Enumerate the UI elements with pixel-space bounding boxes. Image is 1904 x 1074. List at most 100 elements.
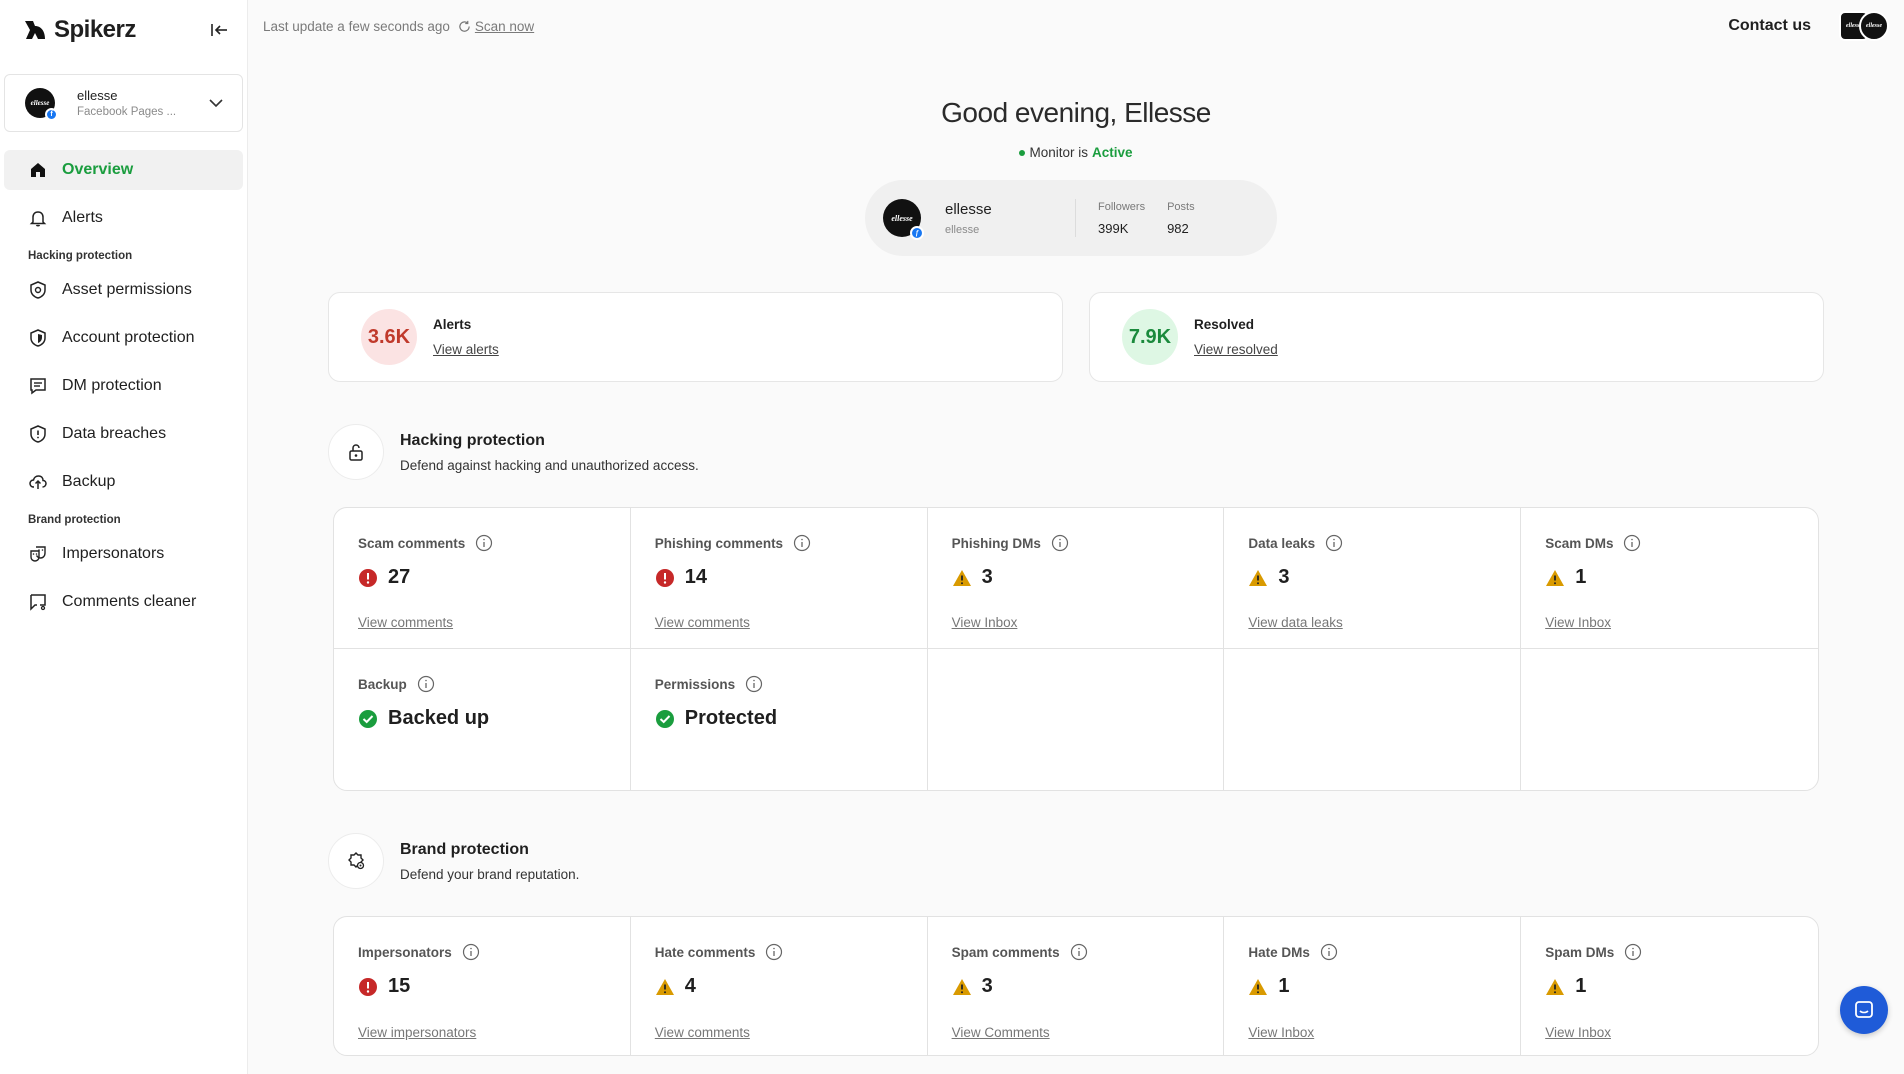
sidebar-item-dm-protection[interactable]: DM protection [4, 366, 243, 406]
logo[interactable]: Spikerz [22, 16, 136, 44]
view-inbox-link[interactable]: View Inbox [952, 615, 1018, 630]
cell-value: 1 [1248, 975, 1496, 998]
app-root: Spikerz ellesse f ellesse Facebook Pages… [0, 0, 1904, 1074]
brand-section-icon [328, 833, 384, 889]
hacking-section-text: Hacking protection Defend against hackin… [400, 432, 699, 473]
error-icon [359, 568, 377, 587]
topbar-right: Contact us ellesse ellesse [1728, 11, 1889, 41]
shield-alert-icon [30, 425, 46, 443]
info-icon[interactable] [417, 675, 435, 693]
view-comments-link[interactable]: View comments [655, 1025, 750, 1040]
brand-section-text: Brand protection Defend your brand reput… [400, 841, 579, 882]
view-inbox-link[interactable]: View Inbox [1545, 1025, 1611, 1040]
resolved-summary-text: Resolved View resolved [1194, 317, 1278, 357]
info-icon[interactable] [765, 943, 783, 961]
brand-section-header: Brand protection Defend your brand reput… [328, 833, 1904, 889]
hacking-cell-backup: Backup Backed up [334, 649, 631, 790]
cell-value-text: 15 [388, 975, 411, 997]
profile-avatar-text: ellesse [891, 213, 913, 223]
sidebar-item-label: Alerts [62, 209, 103, 226]
resolved-summary-card: 7.9K Resolved View resolved [1089, 292, 1824, 382]
sidebar-item-comments-cleaner[interactable]: Comments cleaner [4, 582, 243, 622]
sidebar-item-asset-permissions[interactable]: Asset permissions [4, 270, 243, 310]
view-impersonators-link[interactable]: View impersonators [358, 1025, 476, 1040]
masks-icon [30, 546, 46, 562]
sidebar-item-impersonators[interactable]: Impersonators [4, 534, 243, 574]
posts-value: 982 [1167, 220, 1189, 236]
profile-text: ellesse ellesse [945, 201, 1075, 236]
cell-title: Spam DMs [1545, 943, 1794, 961]
sidebar-item-label: Overview [62, 161, 134, 178]
cell-value-text: 3 [981, 975, 993, 997]
cell-value: Protected [655, 707, 903, 730]
info-icon[interactable] [1051, 534, 1069, 552]
info-icon[interactable] [745, 675, 763, 693]
cell-value: 1 [1545, 975, 1794, 998]
cell-title-text: Permissions [654, 676, 736, 692]
shield-gear-icon [30, 281, 46, 299]
view-resolved-link[interactable]: View resolved [1194, 342, 1278, 357]
info-icon[interactable] [1320, 943, 1338, 961]
contact-us-link[interactable]: Contact us [1728, 17, 1811, 35]
account-avatars[interactable]: ellesse ellesse [1839, 11, 1889, 41]
cell-value: 14 [655, 566, 903, 589]
profile-name: ellesse [945, 200, 992, 218]
warning-icon [952, 978, 971, 995]
sidebar: Spikerz ellesse f ellesse Facebook Pages… [0, 0, 248, 1074]
monitor-status: Monitor is Active [248, 145, 1904, 160]
profile-avatar: ellesse f [883, 199, 924, 240]
sidebar-item-account-protection[interactable]: Account protection [4, 318, 243, 358]
chat-support-button[interactable] [1840, 986, 1888, 1034]
cell-title: Permissions [655, 675, 903, 693]
info-icon[interactable] [462, 943, 480, 961]
logo-text: Spikerz [54, 16, 136, 43]
warning-icon [655, 978, 674, 995]
view-comments-link[interactable]: View comments [655, 615, 750, 630]
view-inbox-link[interactable]: View Inbox [1545, 615, 1611, 630]
view-inbox-link[interactable]: View Inbox [1248, 1025, 1314, 1040]
hacking-section-header: Hacking protection Defend against hackin… [328, 424, 1904, 480]
warning-icon [1546, 978, 1565, 995]
info-icon[interactable] [1624, 943, 1642, 961]
brand-section-title: Brand protection [400, 840, 529, 858]
collapse-sidebar-button[interactable] [205, 16, 233, 44]
cell-value-text: 27 [388, 566, 411, 588]
empty-cell [1521, 649, 1818, 790]
view-comments-link[interactable]: View comments [358, 615, 453, 630]
info-icon[interactable] [1070, 943, 1088, 961]
cell-title: Backup [358, 675, 606, 693]
account-avatar-text: ellesse [30, 99, 50, 107]
sidebar-item-backup[interactable]: Backup [4, 462, 243, 502]
info-icon[interactable] [1325, 534, 1343, 552]
posts-stat: Posts 982 [1167, 201, 1195, 236]
greeting: Good evening, Ellesse [941, 97, 1211, 128]
warning-icon [952, 569, 971, 586]
collapse-icon [211, 24, 227, 36]
view-alerts-link[interactable]: View alerts [433, 342, 499, 357]
warning-icon [1249, 978, 1268, 995]
view-comments-link[interactable]: View Comments [952, 1025, 1050, 1040]
sidebar-item-label: Impersonators [62, 545, 165, 562]
comment-clean-icon [30, 594, 46, 611]
info-icon[interactable] [1623, 534, 1641, 552]
cell-title: Impersonators [358, 943, 606, 961]
cell-title: Hate DMs [1248, 943, 1496, 961]
sidebar-item-overview[interactable]: Overview [4, 150, 243, 190]
account-switcher[interactable]: ellesse f ellesse Facebook Pages ... [4, 74, 243, 132]
info-icon[interactable] [475, 534, 493, 552]
sidebar-item-data-breaches[interactable]: Data breaches [4, 414, 243, 454]
cell-title-text: Data leaks [1248, 535, 1316, 551]
scan-now-link[interactable]: Scan now [458, 19, 534, 34]
cell-title-text: Phishing DMs [951, 535, 1041, 551]
cell-title-text: Hate comments [654, 944, 756, 960]
home-icon [31, 163, 45, 177]
sidebar-item-alerts[interactable]: Alerts [4, 198, 243, 238]
info-icon[interactable] [793, 534, 811, 552]
hacking-section-title: Hacking protection [400, 431, 545, 449]
cell-title: Spam comments [952, 943, 1200, 961]
hacking-section-desc: Defend against hacking and unauthorized … [400, 457, 699, 473]
cell-title-text: Impersonators [358, 944, 452, 960]
cell-title-text: Spam DMs [1545, 944, 1615, 960]
view-data-leaks-link[interactable]: View data leaks [1248, 615, 1342, 630]
hacking-cell-permissions: Permissions Protected [631, 649, 928, 790]
